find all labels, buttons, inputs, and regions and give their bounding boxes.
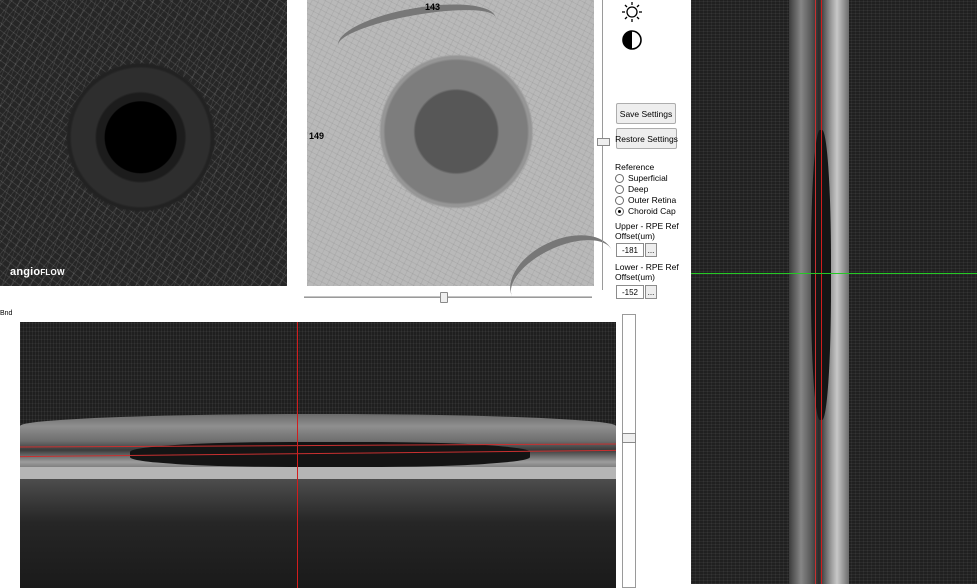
enface-slice-label-left: 149 xyxy=(309,131,325,141)
lower-offset-label-1: Lower - RPE Ref xyxy=(615,262,679,272)
horizontal-slider-track[interactable] xyxy=(304,296,592,298)
enface-image[interactable] xyxy=(307,0,627,328)
lower-offset-label-2: Offset(um) xyxy=(615,272,655,282)
upper-offset-input[interactable]: -181 xyxy=(616,243,644,257)
vessel-shape xyxy=(497,219,627,328)
restore-settings-button[interactable]: Restore Settings xyxy=(615,128,678,149)
bscan-crosshair-vertical xyxy=(297,322,298,588)
radio-label: Choroid Cap xyxy=(628,206,676,216)
lower-offset-input[interactable]: -152 xyxy=(616,285,644,299)
vertical-slider-thumb[interactable] xyxy=(597,138,610,146)
vessel-shape xyxy=(334,0,500,69)
reference-label: Reference xyxy=(615,162,655,172)
vscan-crosshair-horizontal xyxy=(691,273,977,274)
radio-superficial[interactable]: Superficial xyxy=(615,173,668,183)
bscan-rpe-band xyxy=(20,467,616,479)
bscan-label: Bnd xyxy=(0,310,13,317)
radio-deep[interactable]: Deep xyxy=(615,184,648,194)
contrast-icon[interactable] xyxy=(620,28,644,52)
bscan-vertical-slider-track[interactable] xyxy=(622,314,636,588)
radio-circle[interactable] xyxy=(615,173,624,183)
radio-label: Deep xyxy=(628,184,649,194)
angioflow-logo: angioFLOW xyxy=(10,266,65,278)
radio-selected-dot xyxy=(618,209,621,213)
contrast-icon-svg xyxy=(622,30,642,50)
angioflow-image[interactable]: angioFLOW xyxy=(0,0,287,286)
bscan-image[interactable] xyxy=(20,322,616,588)
save-settings-button[interactable]: Save Settings xyxy=(616,103,676,124)
radio-circle-selected[interactable] xyxy=(615,206,624,216)
radio-choroid-cap[interactable]: Choroid Cap xyxy=(615,206,676,216)
bscan-vertical-slider-thumb[interactable] xyxy=(622,433,636,443)
vertical-bscan-image[interactable] xyxy=(691,0,977,584)
upper-offset-label-1: Upper - RPE Ref xyxy=(615,221,679,231)
angioflow-logo-sub: FLOW xyxy=(40,268,65,277)
bscan-choroid xyxy=(20,479,616,588)
enface-slice-label-top: 143 xyxy=(425,2,441,12)
brightness-sun-icon[interactable] xyxy=(620,0,644,24)
radio-circle[interactable] xyxy=(615,195,624,205)
radio-label: Superficial xyxy=(628,173,668,183)
upper-offset-browse-button[interactable]: ... xyxy=(645,243,657,257)
horizontal-slider-thumb[interactable] xyxy=(440,292,448,303)
vscan-crosshair-vertical xyxy=(821,0,822,584)
radio-outer-retina[interactable]: Outer Retina xyxy=(615,195,676,205)
sun-icon-svg xyxy=(622,2,642,22)
upper-offset-label-2: Offset(um) xyxy=(615,231,655,241)
lower-offset-browse-button[interactable]: ... xyxy=(645,285,657,299)
radio-circle[interactable] xyxy=(615,184,624,194)
angioflow-logo-main: angio xyxy=(10,266,41,278)
radio-label: Outer Retina xyxy=(628,195,677,205)
vscan-segmentation-line xyxy=(815,0,816,584)
